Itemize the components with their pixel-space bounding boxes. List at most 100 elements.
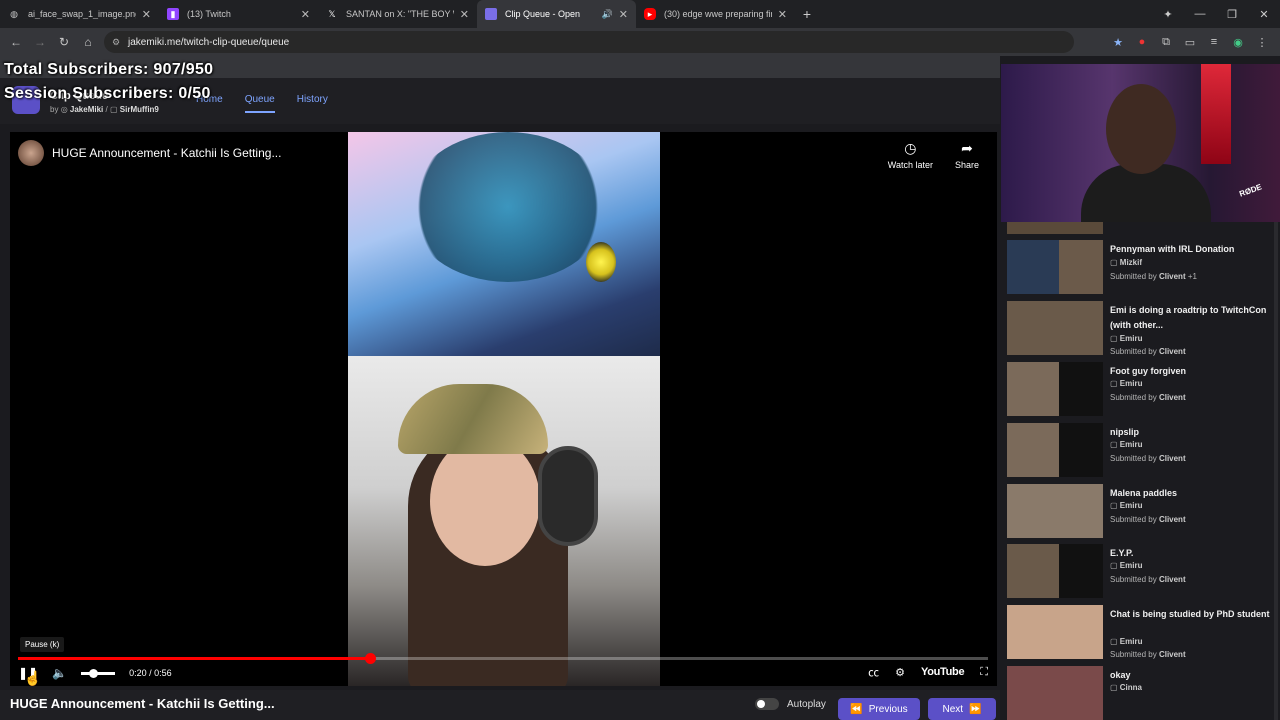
pause-tooltip: Pause (k) (20, 637, 65, 652)
volume-knob[interactable] (88, 668, 98, 678)
share-label: Share (954, 160, 979, 170)
reading-list-icon[interactable]: ≡ (1202, 36, 1226, 48)
extensions-icon[interactable]: ⧉ (1154, 36, 1178, 49)
partial-thumbnail (1007, 222, 1103, 234)
list-item[interactable]: okay ▢ Cinna (1007, 666, 1273, 720)
tab-4[interactable]: ▸ (30) edge wwe preparing finish ✕ (636, 0, 795, 28)
watch-later-button[interactable]: ◷ Watch later (888, 140, 933, 170)
chat-icon: ▢ (1110, 379, 1120, 388)
close-icon[interactable]: ✕ (460, 8, 469, 21)
channel-name: Emiru (1119, 637, 1143, 646)
globe-icon: ◍ (10, 9, 18, 19)
video-frame-webcam (348, 356, 660, 686)
list-item[interactable]: Chat is being studied by PhD student ▢ E… (1007, 605, 1273, 661)
submitter-name: Clivent (1158, 393, 1186, 402)
next-button[interactable]: Next ⏩ (928, 698, 996, 720)
settings-gear-icon[interactable]: ⚙ (895, 666, 905, 679)
submitted-by-label: Submitted by (1110, 393, 1157, 402)
close-icon[interactable]: ✕ (301, 8, 310, 21)
clip-title: E.Y.P. (1110, 548, 1134, 558)
channel-avatar[interactable] (18, 140, 44, 166)
channel-name: Emiru (1119, 501, 1143, 510)
youtube-logo[interactable]: YouTube (921, 666, 965, 678)
progress-fill (18, 657, 371, 660)
back-icon[interactable]: ← (4, 35, 28, 49)
streamer-webcam: RØDE (1001, 64, 1280, 222)
autoplay-switch[interactable] (755, 698, 779, 710)
tab-0[interactable]: ◍ ai_face_swap_1_image.png (15 ✕ (0, 0, 159, 28)
clip-thumbnail (1007, 484, 1103, 538)
menu-icon[interactable]: ⋮ (1250, 36, 1274, 49)
volume-slider[interactable] (81, 668, 116, 678)
forward-icon[interactable]: → (28, 35, 52, 49)
close-icon[interactable]: ✕ (778, 8, 787, 21)
submitted-by-label: Submitted by (1110, 454, 1157, 463)
watch-later-label: Watch later (887, 160, 933, 170)
clip-title: okay (1110, 670, 1131, 680)
list-item[interactable]: nipslip ▢ Emiru Submitted by Clivent (1007, 423, 1273, 479)
share-icon: ➦ (961, 140, 973, 156)
submitted-by-label: Submitted by (1110, 347, 1157, 356)
sparkle-icon[interactable]: ✦ (1152, 8, 1184, 21)
mic-brand-logo: RØDE (1238, 182, 1263, 199)
player-controls-right: ㏄ ⚙ YouTube ⛶ (868, 664, 988, 680)
author-link[interactable]: JakeMiki (70, 105, 103, 114)
nav-history[interactable]: History (297, 94, 328, 113)
reload-icon[interactable]: ↻ (52, 35, 76, 49)
queue-scrollbar[interactable] (1274, 222, 1278, 720)
cast-icon[interactable]: ▭ (1178, 36, 1202, 49)
tab-1[interactable]: ▮ (13) Twitch ✕ (159, 0, 318, 28)
previous-button[interactable]: ⏪ Previous (838, 698, 920, 720)
volume-icon[interactable]: 🔈 (52, 666, 67, 680)
tab-2[interactable]: 𝕏 SANTAN on X: "THE BOY WHO ✕ (318, 0, 477, 28)
list-item[interactable]: Foot guy forgiven ▢ Emiru Submitted by C… (1007, 362, 1273, 418)
close-icon[interactable]: ✕ (142, 8, 151, 21)
clip-title: Emi is doing a roadtrip to TwitchCon (wi… (1110, 305, 1267, 330)
profile-icon[interactable]: ◉ (1226, 36, 1250, 49)
submitter-name: Clivent (1158, 272, 1186, 281)
new-tab-button[interactable]: + (795, 6, 819, 22)
bookmark-star-icon[interactable]: ★ (1106, 36, 1130, 49)
channel-name: Emiru (1119, 561, 1143, 570)
speaker-icon[interactable]: 🔊 (602, 9, 613, 20)
clip-channel: ▢ Mizkif (1110, 258, 1142, 267)
clip-submitter: Submitted by Clivent (1110, 515, 1186, 524)
captions-icon[interactable]: ㏄ (868, 664, 879, 680)
home-icon[interactable]: ⌂ (76, 35, 100, 49)
main-nav: Home Queue History (196, 94, 328, 113)
close-icon[interactable]: ✕ (619, 8, 628, 21)
tab-title: SANTAN on X: "THE BOY WHO (346, 9, 454, 19)
total-subscribers-overlay: Total Subscribers: 907/950 (4, 61, 214, 78)
nav-queue[interactable]: Queue (244, 94, 275, 113)
list-item[interactable]: E.Y.P. ▢ Emiru Submitted by Clivent (1007, 544, 1273, 600)
x-logo-icon: 𝕏 (328, 9, 336, 19)
restore-icon[interactable]: ❐ (1216, 8, 1248, 21)
video-frame-top (348, 132, 660, 356)
share-button[interactable]: ➦ Share (955, 140, 979, 170)
site-info-icon[interactable]: ⚙ (112, 37, 120, 48)
list-item[interactable]: Emi is doing a roadtrip to TwitchCon (wi… (1007, 301, 1273, 357)
extension-red-icon[interactable]: ● (1130, 36, 1154, 48)
close-window-icon[interactable]: ✕ (1248, 8, 1280, 21)
channel-name: Emiru (1119, 334, 1143, 343)
submitted-by-label: Submitted by (1110, 515, 1157, 524)
video-title[interactable]: HUGE Announcement - Katchii Is Getting..… (52, 146, 281, 160)
minimize-icon[interactable]: — (1184, 8, 1216, 20)
channel-name: Cinna (1119, 683, 1143, 692)
fullscreen-icon[interactable]: ⛶ (980, 666, 988, 679)
tab-3[interactable]: Clip Queue - Open 🔊 ✕ (477, 0, 636, 28)
time-display: 0:20 / 0:56 (129, 668, 172, 678)
list-item[interactable]: Pennyman with IRL Donation ▢ Mizkif Subm… (1007, 240, 1273, 296)
video-player[interactable]: HUGE Announcement - Katchii Is Getting..… (10, 132, 997, 686)
url-text: jakemiki.me/twitch-clip-queue/queue (128, 36, 290, 48)
submitter-name: Clivent (1158, 347, 1186, 356)
progress-bar[interactable] (18, 653, 988, 664)
clip-title: Malena paddles (1110, 488, 1178, 498)
autoplay-toggle[interactable]: Autoplay (755, 698, 826, 710)
by-label: by (50, 105, 59, 114)
chat-icon: ▢ (1110, 440, 1120, 449)
channel-link[interactable]: SirMuffin9 (120, 105, 159, 114)
url-field[interactable]: ⚙ jakemiki.me/twitch-clip-queue/queue (104, 31, 1074, 53)
list-item[interactable]: Malena paddles ▢ Emiru Submitted by Cliv… (1007, 484, 1273, 540)
youtube-icon: ▸ (644, 8, 656, 20)
